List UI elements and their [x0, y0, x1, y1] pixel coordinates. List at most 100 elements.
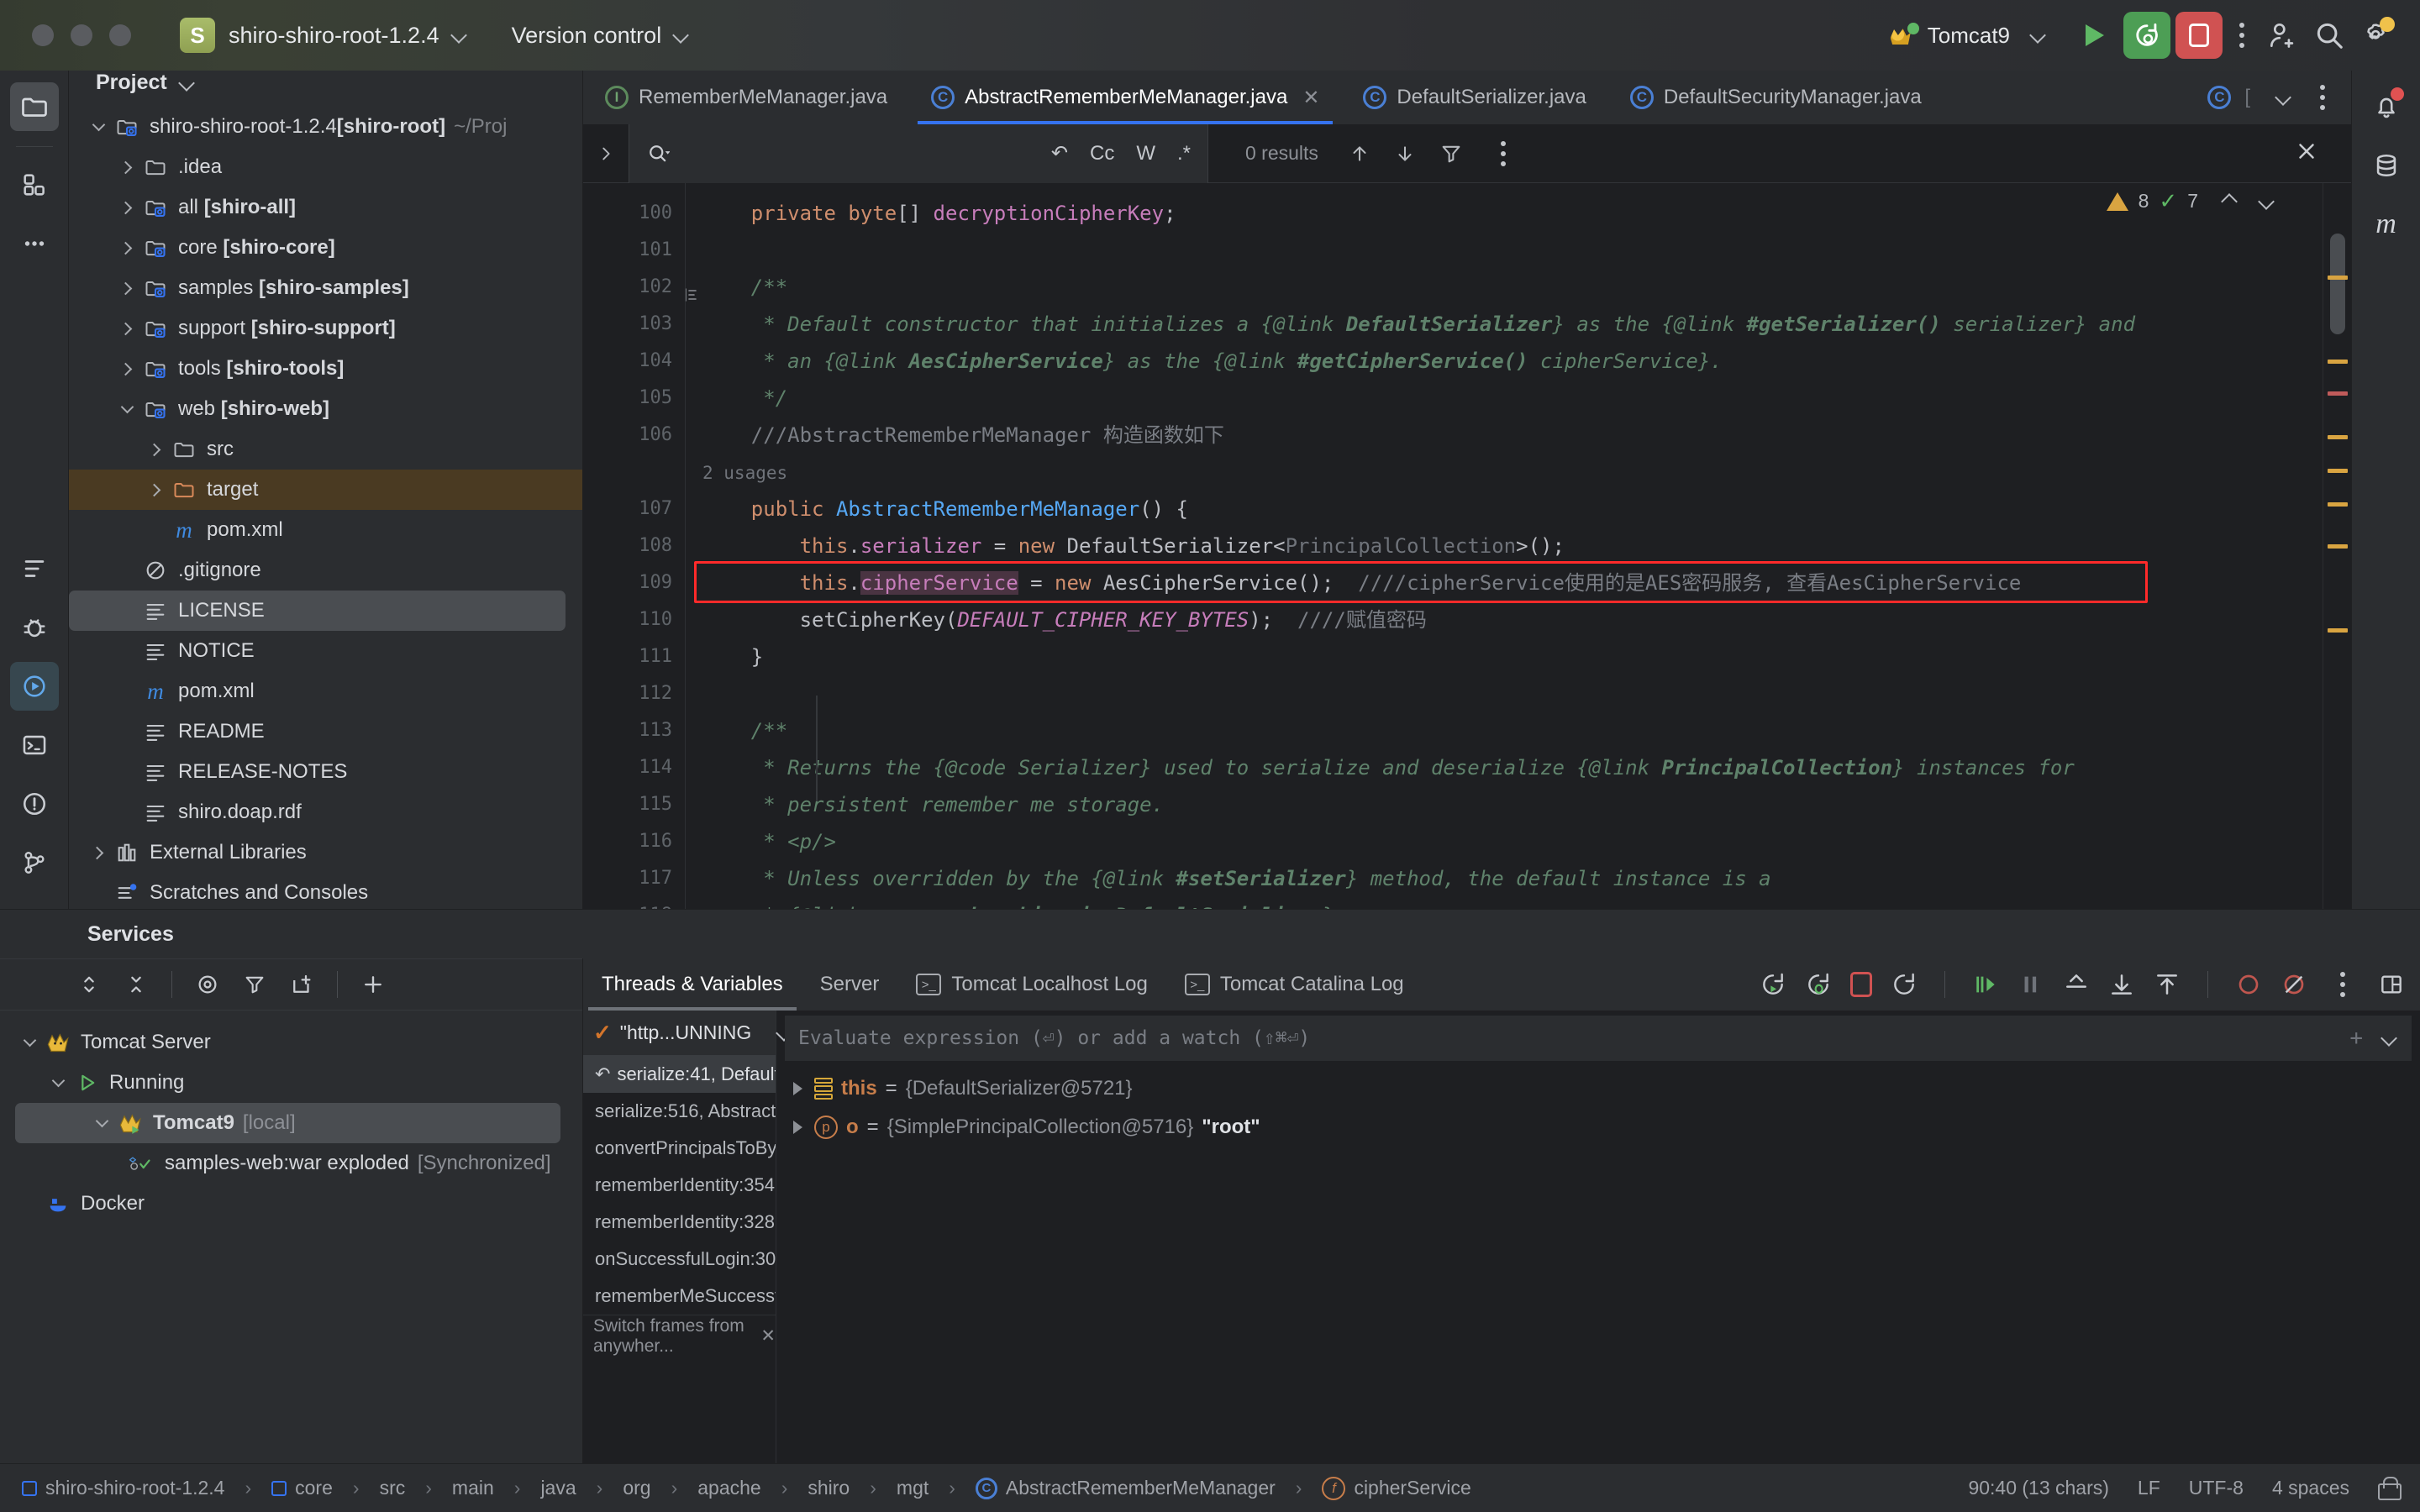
chevron-right-icon[interactable]: [141, 470, 170, 510]
chevron-down-icon[interactable]: [44, 1063, 72, 1103]
variable-row[interactable]: p o = {SimplePrincipalCollection@5716} "root…: [776, 1108, 2420, 1147]
close-window-button[interactable]: [32, 24, 54, 46]
close-icon[interactable]: ✕: [1302, 86, 1319, 110]
sidebar-item-notifications[interactable]: [2362, 82, 2411, 131]
preserve-case-icon[interactable]: ↶: [1051, 141, 1068, 165]
inspection-widget[interactable]: 8 ✓ 7: [2106, 188, 2275, 214]
find-more-vertical-icon[interactable]: [1500, 140, 1507, 166]
editor-tab-abstractremembermemanager[interactable]: C AbstractRememberMeManager.java ✕: [909, 71, 1341, 124]
chevron-right-icon[interactable]: [113, 147, 141, 187]
view-breakpoints-icon[interactable]: [2281, 971, 2307, 998]
chevron-down-icon[interactable]: [113, 389, 141, 429]
step-over-icon[interactable]: [1972, 971, 1999, 998]
frame-row[interactable]: serialize:516, AbstractRem: [583, 1093, 776, 1130]
editor-tab-remembermemanager[interactable]: I RememberMeManager.java: [583, 71, 909, 124]
frame-row[interactable]: convertPrincipalsToBytes::: [583, 1130, 776, 1167]
find-options[interactable]: ↶ Cc W .*: [1051, 141, 1191, 165]
rerun-debug-icon[interactable]: [1805, 971, 1832, 998]
regex-option[interactable]: .*: [1177, 142, 1191, 165]
version-control-menu[interactable]: Version control: [512, 23, 691, 49]
pause-icon[interactable]: [2018, 971, 2044, 998]
frame-row[interactable]: onSuccessfulLogin:304, Al: [583, 1241, 776, 1278]
evaluate-expression-input[interactable]: Evaluate expression (⏎) or add a watch (…: [785, 1016, 2412, 1061]
breadcrumb-item-cipherservice[interactable]: f cipherService: [1322, 1476, 1471, 1500]
frame-row[interactable]: rememberIdentity:354, Ab: [583, 1167, 776, 1204]
collapse-all-button[interactable]: [116, 964, 156, 1005]
tree-item-target[interactable]: target: [69, 470, 582, 510]
sidebar-item-debug[interactable]: [10, 603, 59, 652]
evaluate-chevron-down-icon[interactable]: [2381, 1030, 2398, 1047]
mute-breakpoints-icon[interactable]: [2235, 971, 2262, 998]
inspection-prev-icon[interactable]: [2220, 193, 2237, 210]
add-service-button[interactable]: [353, 964, 393, 1005]
frames-list[interactable]: ↶ serialize:41, DefaultSerializ serialize:…: [583, 1056, 776, 1315]
search-everywhere-button[interactable]: [2306, 12, 2353, 59]
services-tree[interactable]: Tomcat Server Running Tomcat9 [local] sample…: [0, 1011, 582, 1224]
class-icon[interactable]: C: [2207, 86, 2232, 109]
caret-position[interactable]: 90:40 (13 chars): [1968, 1477, 2108, 1499]
editor-scrollbar-thumb[interactable]: [2330, 234, 2345, 334]
match-case-option[interactable]: Cc: [1090, 142, 1114, 165]
tree-item-shiro-doap-rdf[interactable]: shiro.doap.rdf: [69, 792, 582, 832]
breadcrumb-item-shiro-shiro-root-1-2-4[interactable]: shiro-shiro-root-1.2.4: [22, 1477, 224, 1499]
debugger-tab-tomcat-catalina-log[interactable]: >_ Tomcat Catalina Log: [1166, 958, 1423, 1011]
sidebar-item-git[interactable]: [10, 838, 59, 887]
sidebar-item-services[interactable]: [9, 662, 59, 711]
chevron-right-icon[interactable]: [113, 187, 141, 228]
tree-item-core[interactable]: core [shiro-core]: [69, 228, 582, 268]
step-out-icon[interactable]: [2063, 971, 2090, 998]
stop-icon[interactable]: [1850, 972, 1872, 997]
frame-row[interactable]: rememberIdentity:328, Ab: [583, 1204, 776, 1241]
tree-item-src[interactable]: src: [69, 429, 582, 470]
minimize-window-button[interactable]: [71, 24, 92, 46]
rerun-debug-button[interactable]: [2123, 12, 2170, 59]
services-tree-item-tomcat9[interactable]: Tomcat9 [local]: [15, 1103, 560, 1143]
account-add-button[interactable]: [2259, 12, 2306, 59]
debugger-tab-tomcat-localhost-log[interactable]: >_ Tomcat Localhost Log: [897, 958, 1165, 1011]
restart-icon[interactable]: [1891, 971, 1918, 998]
analysis-scrollbar[interactable]: [2323, 183, 2351, 909]
maximize-window-button[interactable]: [109, 24, 131, 46]
resume-program-icon[interactable]: [1760, 971, 1786, 998]
editor-tab-bar[interactable]: I RememberMeManager.java C AbstractRemember…: [583, 71, 2351, 124]
tree-item-external-libraries[interactable]: External Libraries: [69, 832, 582, 873]
services-toolbar[interactable]: [0, 958, 582, 1011]
expand-all-button[interactable]: [69, 964, 109, 1005]
code-editor[interactable]: 8 ✓ 7 100 101 102 103 104 105 106 107 108 109 110 1…: [583, 183, 2351, 909]
arrow-up-icon[interactable]: [1349, 141, 1370, 166]
tree-item--idea[interactable]: .idea: [69, 147, 582, 187]
services-tree-item-running[interactable]: Running: [0, 1063, 582, 1103]
sidebar-item-structure[interactable]: [10, 544, 59, 593]
thread-selector[interactable]: ✓ "http...UNNING: [583, 1011, 776, 1056]
project-name-label[interactable]: shiro-shiro-root-1.2.4: [229, 23, 439, 49]
window-traffic-lights[interactable]: [0, 24, 131, 46]
stop-button[interactable]: [2175, 12, 2223, 59]
find-expand-button[interactable]: [583, 143, 629, 165]
variable-row[interactable]: this = {DefaultSerializer@5721}: [776, 1069, 2420, 1108]
run-configuration-selector[interactable]: Tomcat9: [1891, 23, 2047, 49]
show-button[interactable]: [187, 964, 228, 1005]
debugger-tab-bar[interactable]: Threads & Variables Server >_ Tomcat Localh…: [583, 958, 2420, 1011]
breadcrumb-item-mgt[interactable]: mgt: [897, 1477, 929, 1499]
chevron-right-icon[interactable]: [113, 308, 141, 349]
debugger-toolbar[interactable]: [1760, 958, 2420, 1011]
tree-item-pom-xml[interactable]: m pom.xml: [69, 671, 582, 711]
tree-item-all[interactable]: all [shiro-all]: [69, 187, 582, 228]
layout-icon[interactable]: [2378, 971, 2405, 998]
services-tree-item-docker[interactable]: Docker: [0, 1184, 582, 1224]
services-tree-item-tomcat-server[interactable]: Tomcat Server: [0, 1022, 582, 1063]
sidebar-item-maven[interactable]: m: [2362, 200, 2411, 249]
tree-item-notice[interactable]: NOTICE: [69, 631, 582, 671]
chevron-down-icon[interactable]: [2275, 89, 2292, 106]
tree-item-pom-xml[interactable]: m pom.xml: [69, 510, 582, 550]
force-step-into-icon[interactable]: [2154, 971, 2181, 998]
indent-setting[interactable]: 4 spaces: [2272, 1477, 2349, 1499]
sidebar-item-database[interactable]: [2362, 141, 2411, 190]
add-watch-icon[interactable]: +: [2349, 1026, 2363, 1051]
tree-item-license[interactable]: LICENSE: [69, 591, 566, 631]
sidebar-item-project[interactable]: [9, 82, 59, 131]
whole-words-option[interactable]: W: [1136, 142, 1155, 165]
breadcrumb-item-core[interactable]: core: [271, 1477, 333, 1499]
project-view-chevron-down-icon[interactable]: [179, 75, 196, 92]
find-input-wrapper[interactable]: ↶ Cc W .*: [629, 123, 1208, 183]
